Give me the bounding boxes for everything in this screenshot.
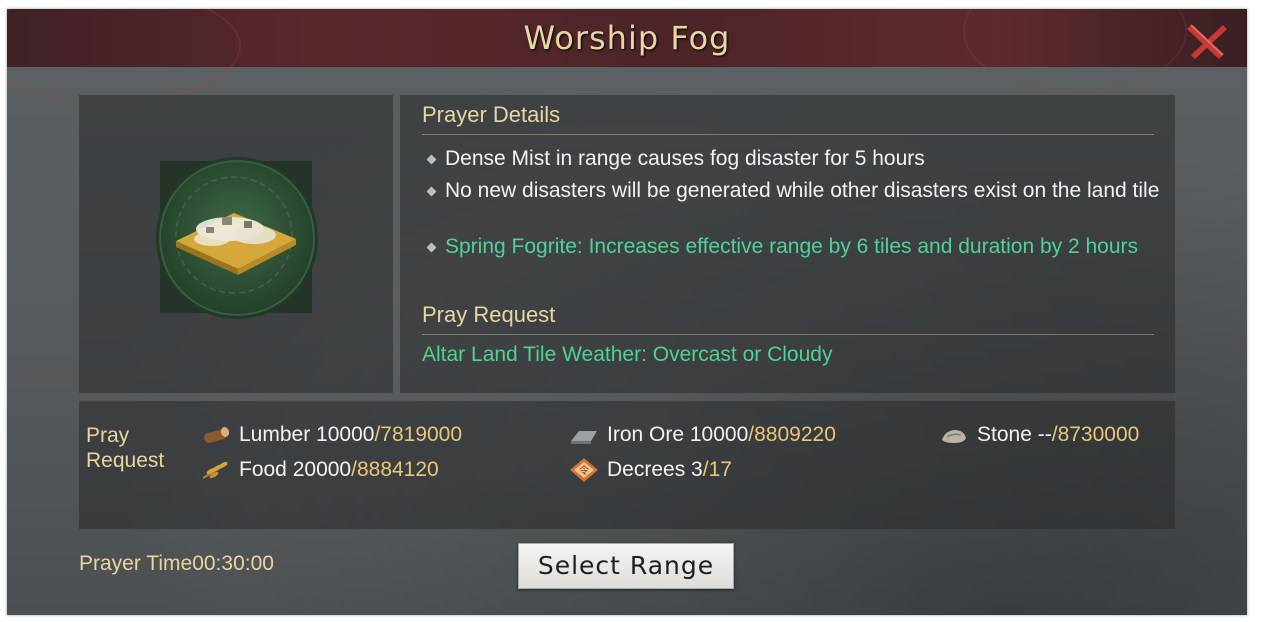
fog-terrain-tile-icon — [156, 157, 318, 319]
weather-requirement: Altar Land Tile Weather: Overcast or Clo… — [422, 343, 833, 366]
svg-text:令: 令 — [579, 464, 589, 477]
detail-bullet: Dense Mist in range causes fog disaster … — [426, 147, 1160, 171]
pray-request-title: Pray Request — [422, 302, 556, 327]
prayer-details-title: Prayer Details — [422, 102, 561, 127]
iron-ore-icon — [571, 431, 597, 444]
prayer-time: Prayer Time00:30:00 — [79, 552, 274, 575]
prayer-details-panel: Prayer Details Dense Mist in range cause… — [400, 95, 1175, 393]
select-range-button[interactable]: Select Range — [518, 543, 734, 589]
close-icon[interactable] — [1185, 21, 1229, 61]
pray-request-label: Pray Request — [86, 424, 165, 472]
altar-image-panel — [79, 95, 393, 393]
food-wheat-icon — [202, 461, 228, 479]
decree-token-icon: 令 — [570, 458, 598, 482]
stone-icon — [942, 430, 966, 443]
detail-bullet-bonus: Spring Fogrite: Increases effective rang… — [426, 235, 1160, 259]
detail-bullet: No new disasters will be generated while… — [426, 179, 1160, 203]
worship-fog-dialog: Worship Fog Prayer Details Dense Mist in… — [7, 9, 1247, 615]
dialog-title: Worship Fog — [523, 19, 731, 57]
lumber-log-icon — [204, 427, 230, 444]
resource-cost-panel: Pray Request Lumber 10000/7819000 Food 2… — [79, 401, 1175, 529]
divider — [422, 334, 1154, 335]
divider — [422, 134, 1154, 135]
